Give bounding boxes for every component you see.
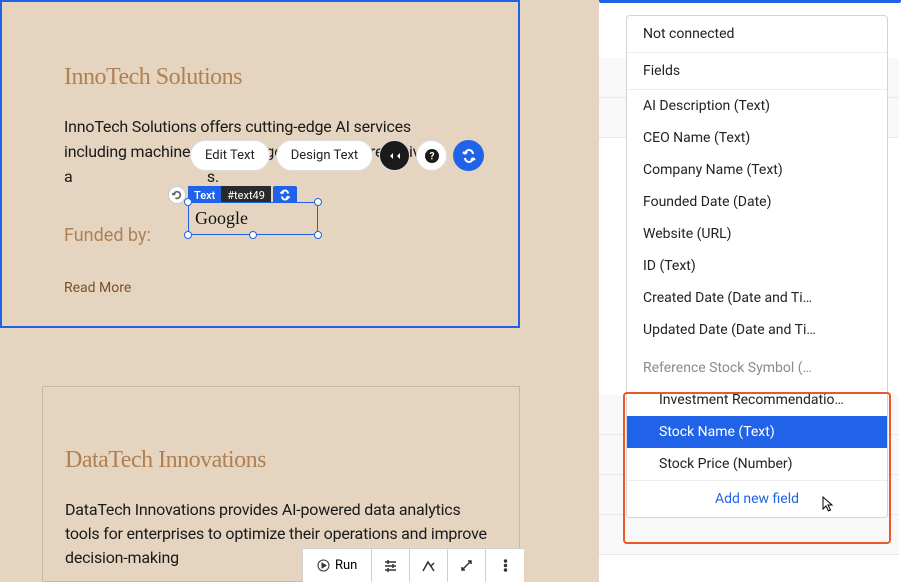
dd-field-option[interactable]: Updated Date (Date and Ti… [627, 314, 887, 346]
design-canvas[interactable]: InnoTech Solutions InnoTech Solutions of… [0, 0, 600, 582]
dd-fields-header: Fields [627, 53, 887, 90]
selected-text-value: Google [189, 208, 248, 229]
dd-field-option[interactable]: Created Date (Date and Ti… [627, 282, 887, 314]
dd-field-option[interactable]: Stock Price (Number) [627, 448, 887, 480]
field-dropdown: Not connected Fields AI Description (Tex… [626, 15, 888, 518]
dd-add-new-field[interactable]: Add new field [627, 480, 887, 517]
expand-icon[interactable] [448, 549, 486, 582]
connect-panel: Not connected Fields AI Description (Tex… [599, 0, 901, 582]
funded-by-label: Funded by: [64, 225, 151, 246]
dd-field-option[interactable]: Company Name (Text) [627, 154, 887, 186]
tools-icon[interactable] [372, 549, 410, 582]
more-icon[interactable] [486, 549, 524, 582]
dd-field-option[interactable]: Website (URL) [627, 218, 887, 250]
bottom-toolbar: Run [302, 548, 524, 582]
card-title: InnoTech Solutions [64, 64, 456, 91]
selected-text-element[interactable]: Google [188, 202, 318, 235]
svg-text:?: ? [429, 151, 434, 162]
resize-handle[interactable] [314, 231, 322, 239]
dd-reference-header: Reference Stock Symbol (… [627, 346, 887, 384]
path-icon[interactable] [410, 549, 448, 582]
resize-handle[interactable] [184, 231, 192, 239]
design-text-button[interactable]: Design Text [276, 140, 373, 171]
dd-not-connected[interactable]: Not connected [627, 16, 887, 53]
resize-handle[interactable] [314, 198, 322, 206]
read-more-link[interactable]: Read More [64, 280, 131, 296]
resize-handle[interactable] [249, 231, 257, 239]
data-connect-icon[interactable] [453, 140, 484, 171]
card-title: DataTech Innovations [65, 447, 497, 474]
dd-field-option[interactable]: Founded Date (Date) [627, 186, 887, 218]
dd-field-option[interactable]: Investment Recommendatio… [627, 384, 887, 416]
animation-icon[interactable] [379, 140, 410, 171]
dd-field-option-selected[interactable]: Stock Name (Text) [627, 416, 887, 448]
text-edit-toolbar: Edit Text Design Text ? [190, 140, 484, 171]
run-button[interactable]: Run [303, 549, 372, 582]
dd-field-option[interactable]: AI Description (Text) [627, 90, 887, 122]
dd-field-option[interactable]: ID (Text) [627, 250, 887, 282]
resize-handle[interactable] [184, 198, 192, 206]
dd-field-option[interactable]: CEO Name (Text) [627, 122, 887, 154]
help-icon[interactable]: ? [416, 140, 447, 171]
edit-text-button[interactable]: Edit Text [190, 140, 270, 171]
